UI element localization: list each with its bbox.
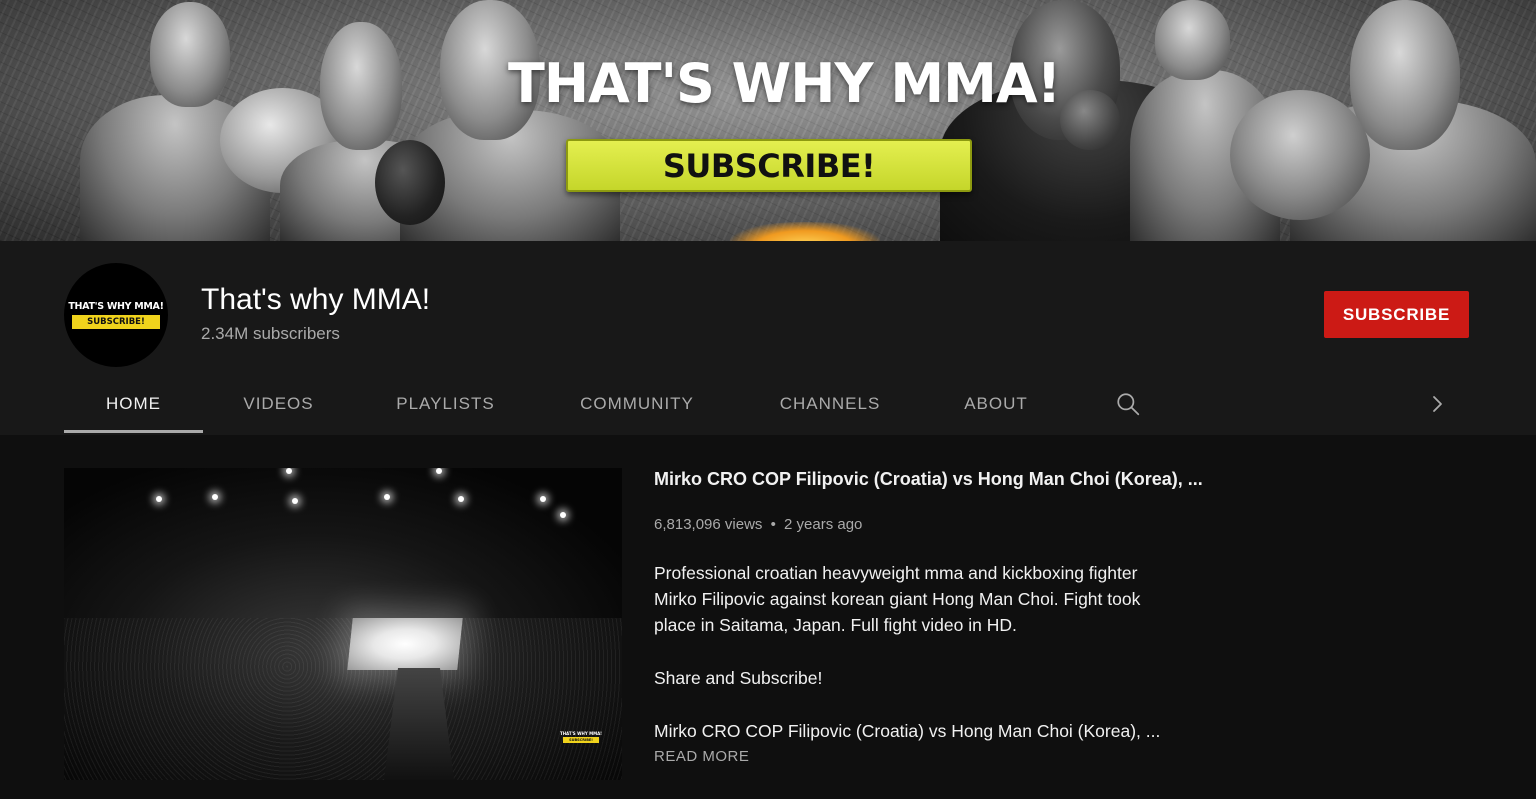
channel-avatar[interactable]: THAT'S WHY MMA! SUBSCRIBE! (64, 263, 168, 367)
watermark-subscribe: SUBSCRIBE! (563, 737, 599, 743)
avatar-title: THAT'S WHY MMA! (68, 301, 164, 312)
meta-separator: • (770, 516, 776, 533)
read-more-link[interactable]: READ MORE (654, 748, 749, 765)
tab-channels[interactable]: CHANNELS (737, 372, 923, 435)
description-line: Mirko CRO COP Filipovic (Croatia) vs Hon… (654, 721, 1161, 741)
tab-label: COMMUNITY (580, 393, 694, 413)
description-line: Share and Subscribe! (654, 668, 823, 688)
subscribe-button[interactable]: SUBSCRIBE (1324, 291, 1469, 338)
banner-fighter (70, 0, 345, 241)
banner-fighter (1230, 0, 1536, 241)
thumbnail-light (292, 498, 298, 504)
channel-banner: THAT'S WHY MMA! SUBSCRIBE! (0, 0, 1536, 241)
description-line: place in Saitama, Japan. Full fight vide… (654, 615, 1017, 635)
featured-video-title[interactable]: Mirko CRO COP Filipovic (Croatia) vs Hon… (654, 469, 1203, 490)
chevron-right-icon[interactable] (1422, 388, 1452, 420)
view-count: 6,813,096 views (654, 516, 763, 533)
thumbnail-light (212, 494, 218, 500)
thumbnail-light (156, 496, 162, 502)
thumbnail-crowd (64, 618, 622, 780)
banner-fighter (375, 0, 620, 241)
description-line: Professional croatian heavyweight mma an… (654, 563, 1138, 583)
featured-video-thumbnail[interactable]: THAT'S WHY MMA! SUBSCRIBE! (64, 468, 622, 780)
tab-about[interactable]: ABOUT (923, 372, 1069, 435)
thumbnail-watermark: THAT'S WHY MMA! SUBSCRIBE! (558, 731, 604, 743)
subscriber-count: 2.34M subscribers (201, 324, 340, 343)
banner-title: THAT'S WHY MMA! (508, 52, 1061, 115)
channel-name: That's why MMA! (201, 283, 431, 316)
channel-tabs: HOME VIDEOS PLAYLISTS COMMUNITY CHANNELS… (0, 372, 1536, 435)
thumbnail-light (560, 512, 566, 518)
tab-playlists[interactable]: PLAYLISTS (354, 372, 537, 435)
thumbnail-light (384, 494, 390, 500)
tab-label: CHANNELS (779, 393, 881, 413)
tab-home[interactable]: HOME (64, 372, 203, 435)
thumbnail-light (458, 496, 464, 502)
video-meta: 6,813,096 views • 2 years ago (654, 516, 862, 533)
upload-age: 2 years ago (784, 516, 863, 533)
search-icon[interactable] (1112, 388, 1144, 420)
tab-label: HOME (106, 393, 161, 413)
thumbnail-light (540, 496, 546, 502)
description-line: Mirko Filipovic against korean giant Hon… (654, 589, 1141, 609)
thumbnail-light (436, 468, 442, 474)
tab-label: ABOUT (964, 393, 1028, 413)
tab-community[interactable]: COMMUNITY (537, 372, 737, 435)
tab-label: VIDEOS (243, 393, 314, 413)
thumbnail-ring (347, 618, 463, 670)
banner-subscribe-graphic: SUBSCRIBE! (566, 139, 972, 192)
tab-label: PLAYLISTS (396, 393, 495, 413)
watermark-title: THAT'S WHY MMA! (559, 731, 603, 736)
thumbnail-light (286, 468, 292, 474)
avatar-subscribe-badge: SUBSCRIBE! (72, 315, 160, 329)
tab-videos[interactable]: VIDEOS (203, 372, 354, 435)
